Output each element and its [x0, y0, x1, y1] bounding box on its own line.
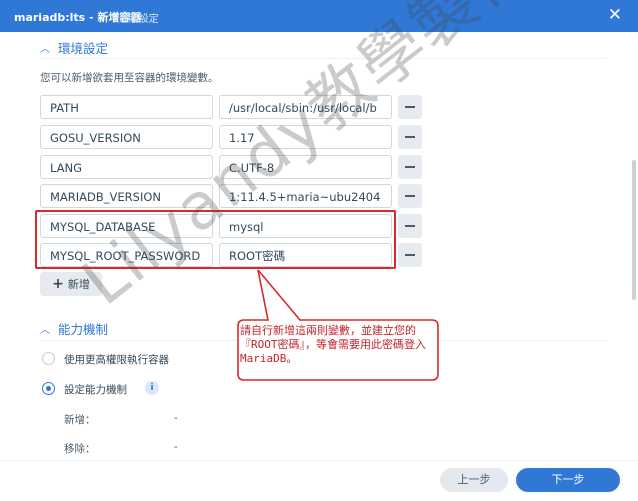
env-section-header[interactable]: ︿ 環境設定	[40, 38, 108, 57]
chevron-up-icon: ︿	[40, 44, 50, 55]
chevron-up-icon: ︿	[40, 325, 50, 336]
next-button[interactable]: 下一步	[516, 468, 620, 492]
env-description: 您可以新增欲套用至容器的環境變數。	[40, 72, 219, 84]
env-name-field[interactable]: GOSU_VERSION	[40, 125, 213, 149]
remove-row-button[interactable]	[398, 95, 422, 119]
env-name-field[interactable]: MARIADB_VERSION	[40, 184, 213, 208]
add-variable-button[interactable]: + 新增	[40, 272, 102, 296]
privileged-radio[interactable]	[42, 352, 55, 365]
env-value-field[interactable]: /usr/local/sbin:/usr/local/b	[219, 95, 392, 119]
cap-remove-label: 移除：	[64, 443, 96, 455]
remove-row-button[interactable]	[398, 125, 422, 149]
plus-icon: +	[52, 276, 64, 292]
info-icon[interactable]: i	[145, 381, 159, 395]
cap-add-label: 新增：	[64, 414, 96, 426]
callout-text: 請自行新增這兩則變數，並建立您的『ROOT密碼』，等會需要用此密碼登入Maria…	[240, 324, 426, 365]
add-variable-label: 新增	[67, 278, 90, 291]
remove-row-button[interactable]	[398, 184, 422, 208]
title-bar: mariadb:lts - 新增容器 - 進階設定 ✕	[0, 0, 638, 32]
env-section-title: 環境設定	[58, 41, 109, 56]
cap-add-value: -	[174, 412, 178, 424]
privileged-label: 使用更高權限執行容器	[64, 354, 169, 366]
window-subtitle: - 進階設定	[112, 14, 159, 25]
close-icon[interactable]: ✕	[608, 5, 622, 25]
remove-row-button[interactable]	[398, 243, 422, 267]
scrollbar-thumb[interactable]	[632, 160, 636, 300]
capability-section-title: 能力機制	[58, 322, 109, 337]
remove-row-button[interactable]	[398, 214, 422, 238]
capability-label: 設定能力機制	[64, 384, 127, 396]
section-divider	[40, 58, 606, 59]
highlight-box	[35, 210, 396, 269]
remove-row-button[interactable]	[398, 155, 422, 179]
env-value-field[interactable]: C.UTF-8	[219, 155, 392, 179]
capability-radio[interactable]	[42, 382, 55, 395]
env-name-field[interactable]: LANG	[40, 155, 213, 179]
env-value-field[interactable]: 1:11.4.5+maria~ubu2404	[219, 184, 392, 208]
previous-button[interactable]: 上一步	[440, 468, 508, 492]
env-name-field[interactable]: PATH	[40, 95, 213, 119]
cap-remove-value: -	[174, 441, 178, 453]
capability-section-header[interactable]: ︿ 能力機制	[40, 319, 108, 338]
env-value-field[interactable]: 1.17	[219, 125, 392, 149]
